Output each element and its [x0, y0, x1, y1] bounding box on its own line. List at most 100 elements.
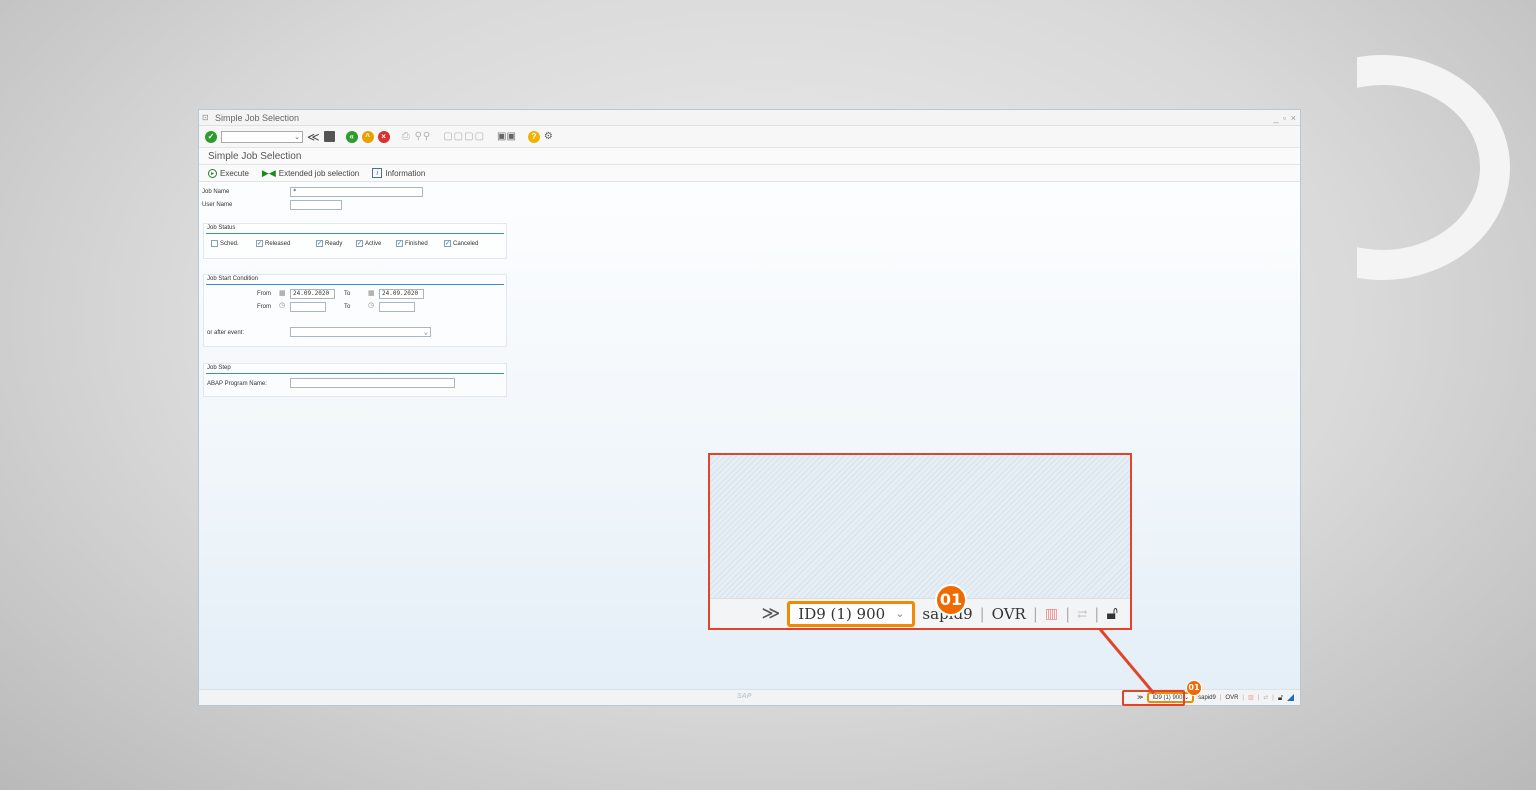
- screen-title: Simple Job Selection: [199, 148, 1300, 165]
- after-event-select[interactable]: ⌄: [290, 327, 431, 337]
- save-icon[interactable]: [323, 131, 335, 142]
- sched-box[interactable]: [211, 240, 218, 247]
- insert-mode[interactable]: OVR: [1225, 695, 1238, 701]
- separator: |: [1032, 604, 1038, 623]
- calendar-icon[interactable]: ▦: [368, 289, 375, 297]
- separator: |: [1065, 604, 1071, 623]
- transfer-icon[interactable]: ⇄: [1263, 694, 1268, 701]
- clock-icon[interactable]: ◷: [368, 301, 374, 309]
- job-status-divider: [206, 233, 504, 234]
- separator: |: [1272, 694, 1274, 701]
- time-to-input[interactable]: [379, 302, 415, 312]
- step-badge: 01: [935, 584, 967, 616]
- ready-box[interactable]: ✓: [316, 240, 323, 247]
- canceled-label: Canceled: [453, 240, 479, 247]
- user-name-label: User Name: [202, 202, 233, 208]
- extended-label: Extended job selection: [278, 168, 360, 178]
- sched-checkbox[interactable]: Sched.: [211, 240, 239, 247]
- transfer-icon: ⇄: [1077, 606, 1088, 621]
- zoom-system-dropdown: ID9 (1) 900 ⌄: [787, 600, 916, 627]
- back-green-icon[interactable]: «: [345, 130, 358, 143]
- execute-button[interactable]: ▸ Execute: [208, 168, 249, 178]
- time-to-label: To: [344, 304, 351, 310]
- date-to-input[interactable]: 24.09.2020: [379, 289, 424, 299]
- job-start-condition-group: Job Start Condition From ▦ 24.09.2020 To…: [203, 274, 507, 347]
- start-condition-divider: [206, 284, 504, 285]
- separator: |: [1242, 694, 1244, 701]
- abap-program-input[interactable]: [290, 378, 455, 388]
- window-icon: ⊡: [202, 113, 209, 122]
- resize-corner-icon[interactable]: [1287, 694, 1294, 701]
- help-icon[interactable]: ?: [527, 130, 540, 143]
- chevron-down-icon: ⌄: [895, 607, 905, 620]
- back-icon[interactable]: ≪: [307, 130, 320, 144]
- date-from-input[interactable]: 24.09.2020: [290, 289, 335, 299]
- job-step-group: Job Step ABAP Program Name:: [203, 363, 507, 397]
- ready-label: Ready: [325, 240, 343, 247]
- zoom-system-value: ID9 (1) 900: [798, 604, 886, 623]
- released-box[interactable]: ✓: [256, 240, 263, 247]
- application-toolbar: ▸ Execute ▶◀ Extended job selection i In…: [199, 165, 1300, 182]
- ready-checkbox[interactable]: ✓ Ready: [316, 240, 342, 247]
- information-icon: i: [372, 168, 383, 178]
- after-event-label: or after event:: [207, 330, 245, 336]
- date-from-label: From: [257, 291, 271, 297]
- new-session-icon[interactable]: ▣▣: [497, 131, 516, 142]
- finished-box[interactable]: ✓: [396, 240, 403, 247]
- command-field[interactable]: ⌄: [221, 130, 303, 143]
- sap-logo: SAP: [737, 693, 752, 700]
- sched-label: Sched.: [220, 240, 239, 247]
- released-checkbox[interactable]: ✓ Released: [256, 240, 290, 247]
- extended-job-selection-button[interactable]: ▶◀ Extended job selection: [262, 168, 359, 179]
- job-name-input[interactable]: *: [290, 187, 423, 197]
- zoom-status-bar: ≫ ID9 (1) 900 ⌄ sapid9 | OVR | ▥ | ⇄ | 🔓…: [710, 598, 1130, 628]
- job-step-title: Job Step: [207, 365, 231, 371]
- separator: |: [1219, 694, 1222, 701]
- server-name: sapid9: [1198, 694, 1216, 701]
- finished-checkbox[interactable]: ✓ Finished: [396, 240, 428, 247]
- information-button[interactable]: i Information: [372, 168, 425, 178]
- calendar-icon[interactable]: ▦: [279, 289, 286, 297]
- window-titlebar: ⊡ Simple Job Selection _ ▫ ×: [199, 110, 1300, 126]
- expand-chevron-icon: ≫: [761, 603, 781, 624]
- time-from-label: From: [257, 304, 271, 310]
- separator: |: [1257, 694, 1260, 701]
- print-icon[interactable]: ⎙: [402, 131, 411, 142]
- job-status-title: Job Status: [207, 225, 236, 231]
- performance-icon[interactable]: ▥: [1248, 694, 1254, 701]
- window-title: Simple Job Selection: [215, 112, 300, 123]
- page-nav-icon[interactable]: ▢▢▢▢: [443, 131, 485, 142]
- separator: |: [1094, 604, 1100, 623]
- enter-icon[interactable]: ✓: [205, 130, 217, 143]
- start-condition-title: Job Start Condition: [207, 276, 259, 282]
- active-box[interactable]: ✓: [356, 240, 363, 247]
- job-step-divider: [206, 373, 504, 374]
- customize-icon[interactable]: ⚙: [544, 131, 553, 142]
- lock-icon[interactable]: 🔓︎: [1278, 693, 1283, 703]
- extended-selection-icon: ▶◀: [261, 167, 276, 178]
- execute-label: Execute: [220, 168, 249, 178]
- time-from-input[interactable]: [290, 302, 326, 312]
- job-name-label: Job Name: [202, 189, 230, 195]
- performance-icon: ▥: [1044, 605, 1059, 622]
- abap-program-label: ABAP Program Name:: [207, 381, 267, 387]
- released-label: Released: [265, 240, 291, 247]
- execute-icon: ▸: [208, 168, 217, 178]
- step-badge-small: 01: [1186, 680, 1202, 696]
- canceled-checkbox[interactable]: ✓ Canceled: [444, 240, 478, 247]
- chevron-down-icon: ⌄: [423, 328, 428, 336]
- zoom-callout: ≫ ID9 (1) 900 ⌄ sapid9 | OVR | ▥ | ⇄ | 🔓…: [708, 453, 1132, 630]
- window-controls[interactable]: _ ▫ ×: [1274, 113, 1297, 123]
- cancel-icon[interactable]: ×: [377, 130, 390, 143]
- active-label: Active: [365, 240, 382, 247]
- canceled-box[interactable]: ✓: [444, 240, 451, 247]
- user-name-input[interactable]: [290, 200, 342, 210]
- active-checkbox[interactable]: ✓ Active: [356, 240, 381, 247]
- find-icon[interactable]: ⚲⚲: [415, 131, 432, 142]
- zoom-insert-mode: OVR: [991, 604, 1026, 623]
- lock-icon: 🔓︎: [1106, 603, 1118, 624]
- clock-icon[interactable]: ◷: [279, 301, 285, 309]
- information-label: Information: [385, 168, 426, 178]
- exit-icon[interactable]: ^: [361, 130, 374, 143]
- separator: |: [979, 604, 985, 623]
